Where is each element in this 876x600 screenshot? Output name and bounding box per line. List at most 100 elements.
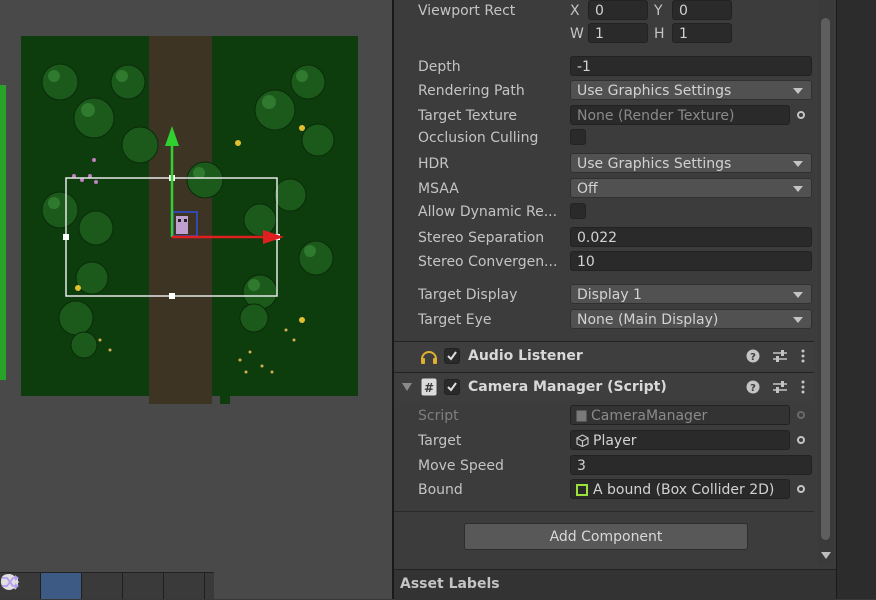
occlusion-culling-checkbox[interactable] — [570, 129, 586, 145]
stereo-separation-label: Stereo Separation — [418, 230, 545, 246]
stereo-separation-field[interactable]: 0.022 — [570, 227, 812, 247]
camera-icon-button[interactable] — [2, 573, 164, 599]
scene-canvas[interactable] — [0, 0, 392, 599]
msaa-dropdown[interactable]: Off — [570, 178, 812, 198]
stereo-separation-row: Stereo Separation 0.022 — [394, 227, 814, 249]
add-component-button[interactable]: Add Component — [464, 523, 748, 550]
gameobject-cube-icon — [576, 434, 589, 447]
allow-dynamic-row: Allow Dynamic Re... — [394, 201, 814, 223]
target-value: Player — [593, 433, 637, 449]
stereo-convergence-label: Stereo Convergen... — [418, 254, 558, 270]
script-icon: # — [421, 378, 437, 396]
target-eye-row: Target Eye None (Main Display) — [394, 309, 814, 331]
chevron-down-icon — [793, 88, 803, 94]
chevron-down-icon — [793, 161, 803, 167]
viewport-x-field[interactable]: 0 — [588, 0, 648, 20]
target-display-row: Target Display Display 1 — [394, 284, 814, 306]
bound-row: Bound A bound (Box Collider 2D) — [394, 479, 814, 501]
target-texture-field[interactable]: None (Render Texture) — [570, 105, 790, 125]
presets-icon[interactable] — [772, 380, 788, 394]
viewport-rect-label: Viewport Rect — [418, 3, 516, 19]
target-field[interactable]: Player — [570, 430, 790, 450]
target-picker[interactable] — [790, 430, 812, 450]
msaa-label: MSAA — [418, 181, 459, 197]
viewport-y-field[interactable]: 0 — [672, 0, 732, 20]
depth-field[interactable]: -1 — [570, 56, 812, 76]
target-row: Target Player — [394, 430, 814, 452]
target-display-dropdown[interactable]: Display 1 — [570, 284, 812, 304]
shuffle-icon — [2, 575, 19, 589]
viewport-h-field[interactable]: 1 — [672, 23, 732, 43]
scene-toolbar — [0, 572, 214, 599]
target-eye-dropdown[interactable]: None (Main Display) — [570, 309, 812, 329]
scrollbar-thumb[interactable] — [821, 18, 830, 540]
scene-edge-strip — [0, 85, 6, 380]
divider — [394, 511, 814, 512]
headphones-icon — [421, 351, 437, 364]
camera-manager-title: Camera Manager (Script) — [468, 379, 667, 395]
x-label: X — [570, 3, 580, 19]
inspector-panel: Viewport Rect X 0 Y 0 W 1 H 1 Depth -1 R… — [394, 0, 836, 600]
bound-label: Bound — [418, 482, 463, 498]
asset-labels-bar[interactable]: Asset Labels — [394, 569, 836, 600]
rendering-path-label: Rendering Path — [418, 83, 525, 99]
target-eye-value: None (Main Display) — [577, 312, 719, 328]
bound-picker[interactable] — [790, 479, 812, 499]
bound-field[interactable]: A bound (Box Collider 2D) — [570, 479, 790, 499]
occlusion-culling-label: Occlusion Culling — [418, 130, 539, 146]
rendering-path-dropdown[interactable]: Use Graphics Settings — [570, 80, 812, 100]
scroll-down-arrow-icon[interactable] — [821, 552, 831, 560]
hdr-label: HDR — [418, 156, 450, 172]
script-value: CameraManager — [591, 408, 708, 424]
viewport-w-field[interactable]: 1 — [588, 23, 648, 43]
inspector-scrollbar[interactable] — [818, 0, 834, 565]
allow-dynamic-label: Allow Dynamic Re... — [418, 204, 558, 220]
audio-listener-header[interactable]: Audio Listener ? — [394, 341, 814, 370]
target-display-value: Display 1 — [577, 287, 642, 303]
player-sprite[interactable] — [176, 216, 188, 234]
checkmark-icon — [447, 382, 457, 392]
right-side-panel — [836, 0, 876, 599]
foldout-arrow-icon[interactable] — [402, 383, 412, 391]
rendering-path-value: Use Graphics Settings — [577, 83, 732, 99]
audio-listener-enabled-checkbox[interactable] — [444, 348, 460, 364]
shuffle-icon-button[interactable] — [2, 573, 205, 599]
script-row: Script CameraManager — [394, 405, 814, 427]
asset-labels-title: Asset Labels — [400, 576, 500, 592]
script-picker — [790, 405, 812, 425]
kebab-menu-icon[interactable] — [800, 380, 806, 394]
target-texture-picker[interactable] — [790, 105, 812, 125]
audio-listener-actions: ? — [746, 342, 806, 370]
help-icon[interactable]: ? — [746, 349, 760, 363]
msaa-row: MSAA Off — [394, 178, 814, 200]
kebab-menu-icon[interactable] — [800, 349, 806, 363]
svg-text:?: ? — [750, 383, 756, 394]
svg-text:#: # — [424, 381, 434, 395]
chevron-down-icon — [793, 317, 803, 323]
target-texture-row: Target Texture None (Render Texture) — [394, 105, 814, 127]
svg-text:?: ? — [750, 352, 756, 363]
rendering-path-row: Rendering Path Use Graphics Settings — [394, 80, 814, 102]
layers-icon-button[interactable] — [0, 573, 82, 599]
move-speed-label: Move Speed — [418, 458, 504, 474]
object-picker-icon — [797, 485, 805, 493]
allow-dynamic-checkbox[interactable] — [570, 203, 586, 219]
bound-value: A bound (Box Collider 2D) — [593, 482, 775, 498]
camera-manager-actions: ? — [746, 373, 806, 401]
move-speed-row: Move Speed 3 — [394, 455, 814, 477]
camera-manager-enabled-checkbox[interactable] — [444, 379, 460, 395]
object-picker-icon — [797, 411, 805, 419]
depth-row: Depth -1 — [394, 56, 814, 78]
presets-icon[interactable] — [772, 349, 788, 363]
stereo-convergence-field[interactable]: 10 — [570, 251, 812, 271]
y-label: Y — [654, 3, 663, 19]
move-speed-field[interactable]: 3 — [570, 455, 812, 475]
help-icon[interactable]: ? — [746, 380, 760, 394]
hdr-value: Use Graphics Settings — [577, 156, 732, 172]
hdr-dropdown[interactable]: Use Graphics Settings — [570, 153, 812, 173]
scene-view[interactable] — [0, 0, 392, 599]
camera-manager-header[interactable]: # Camera Manager (Script) ? — [394, 372, 814, 401]
search-icon-button[interactable] — [1, 573, 123, 599]
viewport-rect-row-2: W 1 H 1 — [394, 23, 814, 45]
object-picker-icon — [797, 436, 805, 444]
